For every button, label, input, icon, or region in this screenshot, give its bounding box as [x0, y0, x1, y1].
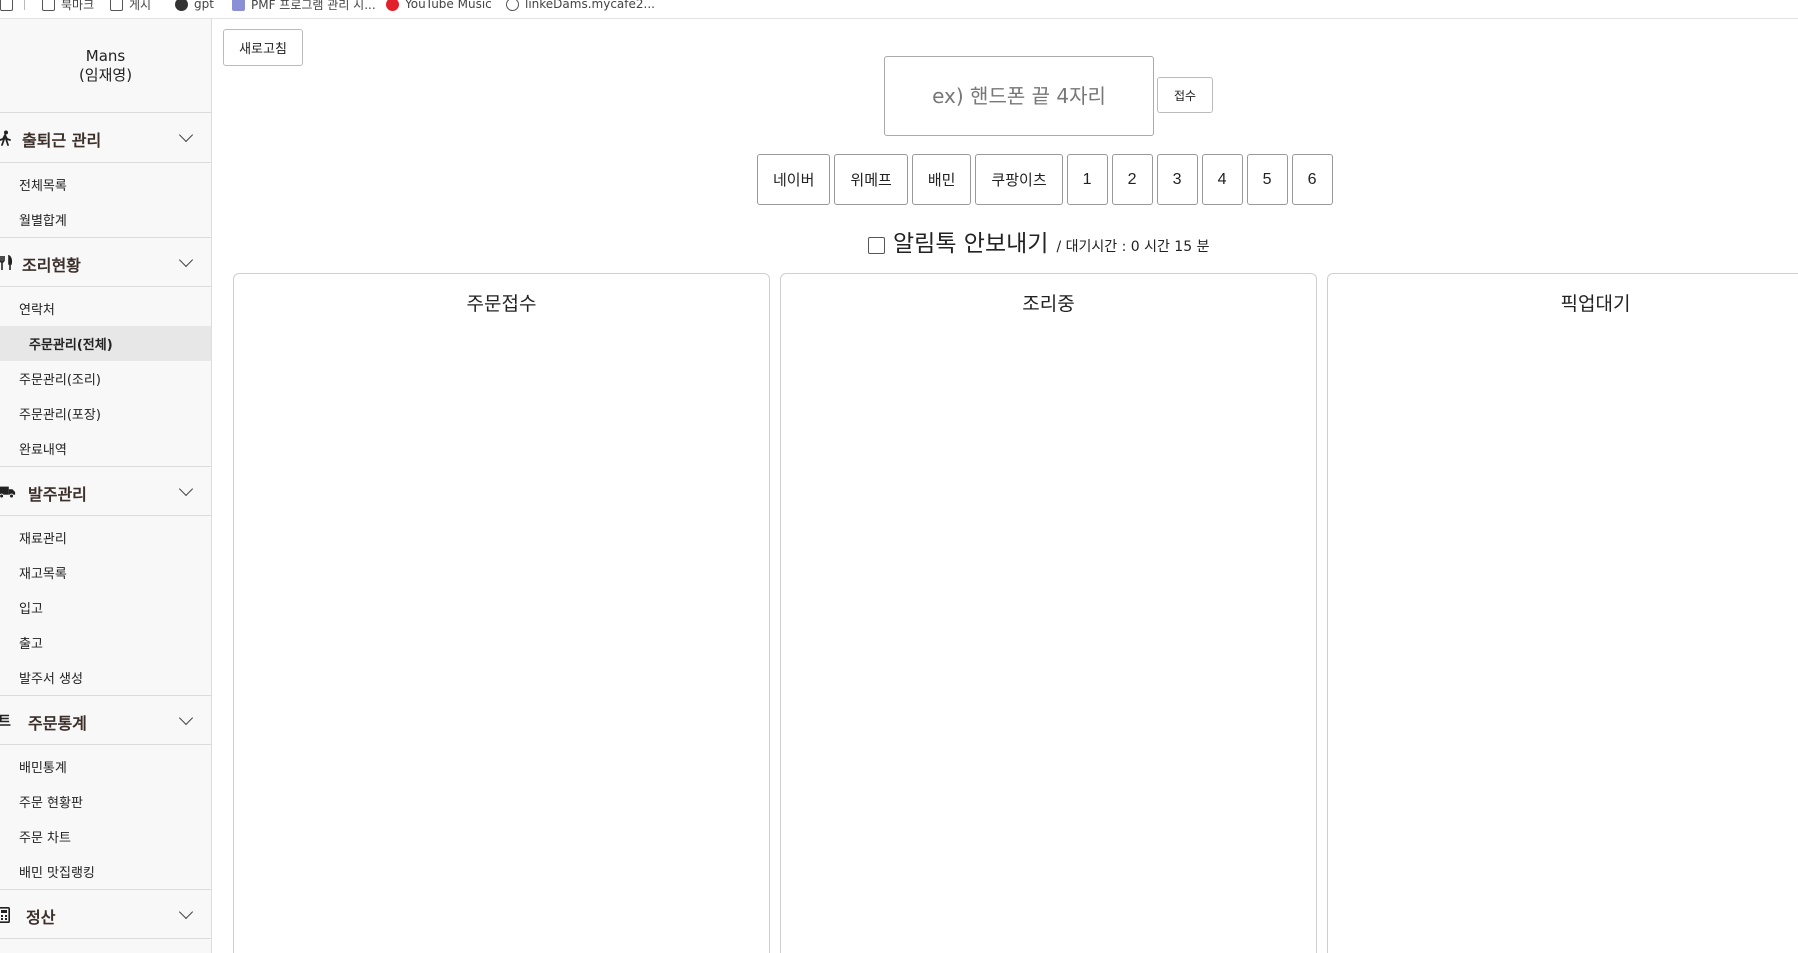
sidebar-item[interactable]: 출고 — [0, 625, 211, 660]
folder-icon — [110, 0, 123, 11]
sidebar-item[interactable]: 완료내역 — [0, 431, 211, 466]
order-received-column: 주문접수 — [233, 273, 770, 953]
sidebar-section-settlement[interactable]: 정산 — [0, 889, 211, 939]
column-title: 주문접수 — [466, 293, 537, 315]
pickup-waiting-column: 픽업대기 — [1327, 273, 1798, 953]
sidebar: Mans (임재영) 출퇴근 관리 전체목록 월별합계 조리현황 연락처 주문관… — [0, 19, 212, 953]
sidebar-item[interactable]: 주문관리(포장) — [0, 396, 211, 431]
refresh-button[interactable]: 새로고침 — [223, 29, 303, 66]
channel-baemin-button[interactable]: 배민 — [911, 154, 972, 205]
walking-person-icon — [0, 129, 16, 147]
channel-coupangeats-button[interactable]: 쿠팡이츠 — [975, 154, 1063, 205]
truck-icon — [0, 483, 16, 501]
sidebar-section-label: 발주관리 — [28, 485, 87, 504]
bookmark-item[interactable]: gpt — [175, 0, 214, 14]
bookmark-item[interactable]: linkeDams.mycafe2... — [506, 0, 655, 14]
calculator-icon — [0, 906, 16, 924]
column-title: 조리중 — [1022, 293, 1075, 315]
sidebar-item[interactable]: 월별합계 — [0, 202, 211, 237]
sidebar-section-label: 주문통계 — [28, 714, 87, 733]
user-name: Mans — [85, 46, 126, 65]
sidebar-section-ordering[interactable]: 발주관리 — [0, 466, 211, 516]
sidebar-item[interactable]: 재고목록 — [0, 555, 211, 590]
chevron-down-icon — [178, 904, 194, 920]
notify-checkbox[interactable] — [868, 237, 885, 254]
bookmark-separator — [24, 0, 25, 10]
sidebar-item[interactable]: 배민 — [0, 943, 211, 953]
sidebar-item[interactable]: 발주서 생성 — [0, 660, 211, 695]
channel-button-row: 네이버 위메프 배민 쿠팡이츠 1 2 3 4 5 6 — [757, 154, 1333, 205]
number-button-5[interactable]: 5 — [1246, 154, 1288, 205]
sidebar-section-statistics[interactable]: 트 주문통계 — [0, 695, 211, 745]
sidebar-section-label: 정산 — [26, 908, 56, 927]
column-title: 픽업대기 — [1560, 293, 1631, 315]
submit-button[interactable]: 접수 — [1157, 77, 1213, 113]
sidebar-sublist: 전체목록 월별합계 — [0, 163, 211, 237]
sidebar-sublist: 배민통계 주문 현황판 주문 차트 배민 맛집랭킹 — [0, 745, 211, 889]
sidebar-item-active[interactable]: 주문관리(전체) — [0, 326, 211, 361]
wait-time-text: / 대기시간 : 0 시간 15 분 — [1056, 239, 1210, 255]
bookmark-apps[interactable] — [0, 0, 13, 14]
notify-row: 알림톡 안보내기 / 대기시간 : 0 시간 15 분 — [868, 224, 1209, 258]
chevron-down-icon — [178, 710, 194, 726]
number-button-4[interactable]: 4 — [1201, 154, 1243, 205]
sidebar-item[interactable]: 주문 차트 — [0, 819, 211, 854]
number-button-6[interactable]: 6 — [1291, 154, 1333, 205]
sidebar-item[interactable]: 연락처 — [0, 291, 211, 326]
number-button-3[interactable]: 3 — [1156, 154, 1198, 205]
sidebar-section-cooking[interactable]: 조리현황 — [0, 237, 211, 287]
notify-label[interactable]: 알림톡 안보내기 — [893, 224, 1048, 258]
grid-icon — [0, 0, 13, 11]
app-icon — [232, 0, 245, 11]
bookmark-item[interactable]: PMF 프로그램 관리 시... — [232, 0, 376, 14]
sidebar-item[interactable]: 배민통계 — [0, 749, 211, 784]
user-realname: (임재영) — [78, 65, 133, 84]
channel-wemakeprice-button[interactable]: 위메프 — [834, 154, 908, 205]
sidebar-section-label: 출퇴근 관리 — [22, 131, 102, 150]
youtube-music-icon — [386, 0, 399, 11]
sidebar-section-attendance[interactable]: 출퇴근 관리 — [0, 113, 211, 163]
bookmarks-bar: 북마크 게시 gpt PMF 프로그램 관리 시... YouTube Musi… — [0, 0, 1798, 19]
bookmark-item[interactable]: 게시 — [110, 0, 151, 14]
sidebar-item[interactable]: 주문관리(조리) — [0, 361, 211, 396]
channel-naver-button[interactable]: 네이버 — [757, 154, 831, 205]
number-button-1[interactable]: 1 — [1066, 154, 1108, 205]
sidebar-section-label: 조리현황 — [22, 256, 81, 275]
number-button-2[interactable]: 2 — [1111, 154, 1153, 205]
chevron-down-icon — [178, 252, 194, 268]
bookmark-item[interactable]: YouTube Music — [386, 0, 492, 14]
sidebar-item[interactable]: 주문 현황판 — [0, 784, 211, 819]
phone-input[interactable] — [884, 56, 1154, 136]
chart-icon: 트 — [0, 712, 16, 730]
sidebar-sublist: 배민 — [0, 939, 211, 953]
user-profile: Mans (임재영) — [0, 19, 211, 113]
globe-icon — [506, 0, 519, 11]
sidebar-item[interactable]: 입고 — [0, 590, 211, 625]
sidebar-sublist: 재료관리 재고목록 입고 출고 발주서 생성 — [0, 516, 211, 695]
cooking-column: 조리중 — [780, 273, 1317, 953]
bookmark-item[interactable]: 북마크 — [42, 0, 94, 14]
sidebar-sublist: 연락처 주문관리(전체) 주문관리(조리) 주문관리(포장) 완료내역 — [0, 287, 211, 466]
sidebar-item[interactable]: 재료관리 — [0, 520, 211, 555]
sidebar-item[interactable]: 전체목록 — [0, 167, 211, 202]
chevron-down-icon — [178, 127, 194, 143]
utensils-icon — [0, 254, 16, 272]
openai-icon — [175, 0, 188, 11]
chevron-down-icon — [178, 481, 194, 497]
folder-icon — [42, 0, 55, 11]
sidebar-item[interactable]: 배민 맛집랭킹 — [0, 854, 211, 889]
main-content: 새로고침 접수 네이버 위메프 배민 쿠팡이츠 1 2 3 4 5 6 알림톡 … — [212, 19, 1798, 953]
